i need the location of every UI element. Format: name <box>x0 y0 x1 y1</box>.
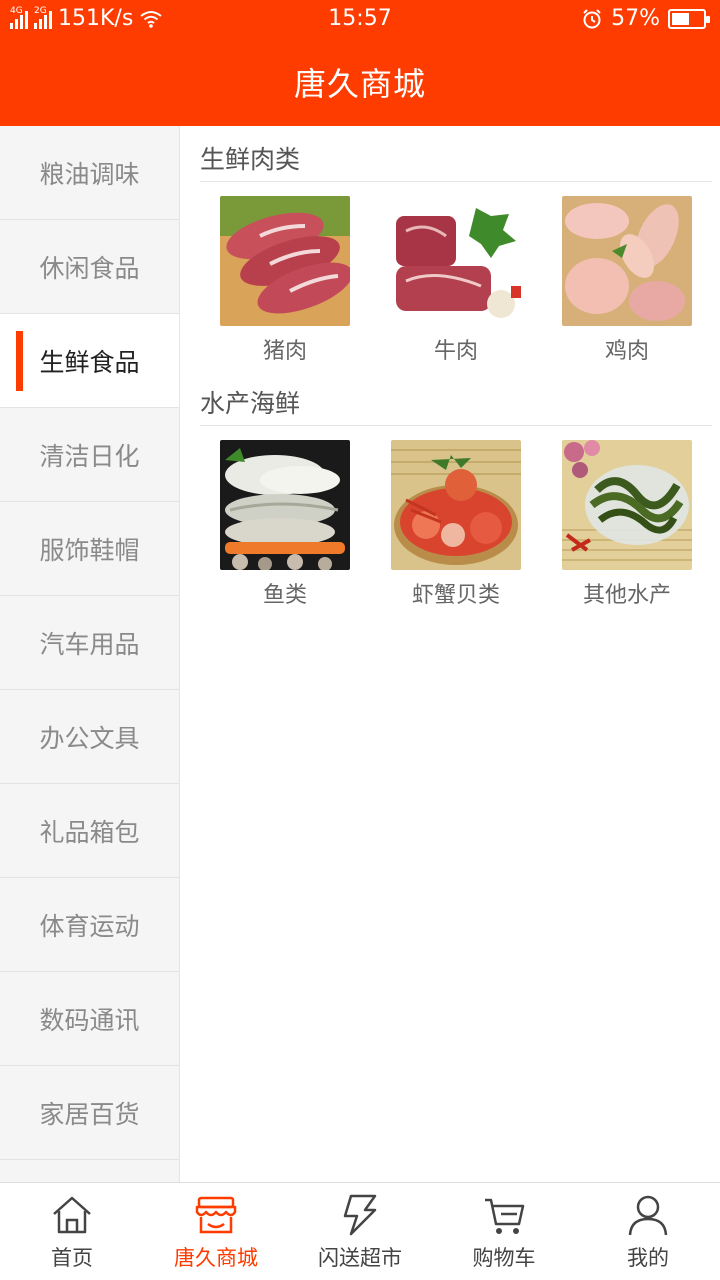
sidebar-item-label: 办公文具 <box>39 723 140 753</box>
sidebar-item-home[interactable]: 家居百货 <box>0 1066 179 1160</box>
sidebar-item-sports[interactable]: 体育运动 <box>0 878 179 972</box>
bottom-nav: 首页 唐久商城 闪送超市 购物车 我的 <box>0 1182 720 1280</box>
cart-icon <box>485 1198 525 1234</box>
category-cell-chicken[interactable]: 鸡肉 <box>562 196 692 370</box>
category-cell-beef[interactable]: 牛肉 <box>391 196 521 370</box>
user-icon <box>628 1195 668 1235</box>
tab-flash-delivery[interactable]: 闪送超市 <box>288 1183 432 1280</box>
tab-label: 首页 <box>51 1245 93 1270</box>
sidebar-item-label: 生鲜食品 <box>39 347 140 377</box>
sidebar-item-label: 粮油调味 <box>39 159 140 189</box>
sidebar-item-label: 数码通讯 <box>39 1005 140 1035</box>
sidebar-item-apparel[interactable]: 服饰鞋帽 <box>0 502 179 596</box>
category-label: 猪肉 <box>262 339 307 364</box>
sidebar-item-label: 家居百货 <box>39 1099 140 1129</box>
sidebar-item-label: 体育运动 <box>39 911 140 941</box>
sidebar-item-label: 礼品箱包 <box>39 817 140 847</box>
store-icon <box>195 1196 237 1233</box>
category-label: 鱼类 <box>262 583 307 608</box>
page-title: 唐久商城 <box>293 65 426 103</box>
tab-label: 购物车 <box>472 1245 536 1270</box>
sidebar-item-label: 清洁日化 <box>39 441 140 471</box>
pork-image <box>220 196 350 326</box>
beef-image <box>391 196 521 326</box>
status-bar: 4G 2G 151K/s 15:57 57% <box>0 0 720 38</box>
product-grid: 猪肉 牛肉 鸡肉 <box>200 182 712 370</box>
battery-percent: 57% <box>611 6 660 31</box>
sidebar-item-gifts-bags[interactable]: 礼品箱包 <box>0 784 179 878</box>
tab-cart[interactable]: 购物车 <box>432 1183 576 1280</box>
category-cell-fish[interactable]: 鱼类 <box>220 440 350 614</box>
sidebar-item-fresh-food[interactable]: 生鲜食品 <box>0 314 179 408</box>
category-content: 生鲜肉类 猪肉 牛肉 鸡肉 水产海鲜 鱼类 虾蟹贝类 其他水产 <box>180 126 720 1182</box>
tab-store[interactable]: 唐久商城 <box>144 1183 288 1280</box>
battery-icon <box>668 8 710 29</box>
sidebar-item-label: 汽车用品 <box>39 629 140 659</box>
lightning-icon <box>343 1194 377 1235</box>
category-cell-pork[interactable]: 猪肉 <box>220 196 350 370</box>
section-fresh-meat: 生鲜肉类 猪肉 牛肉 鸡肉 <box>200 126 712 370</box>
tab-label: 唐久商城 <box>174 1245 258 1270</box>
category-label: 其他水产 <box>582 583 671 608</box>
category-label: 虾蟹贝类 <box>411 583 500 608</box>
sidebar-item-office[interactable]: 办公文具 <box>0 690 179 784</box>
home-icon <box>53 1196 91 1233</box>
chicken-image <box>562 196 692 326</box>
sidebar-item-digital[interactable]: 数码通讯 <box>0 972 179 1066</box>
sidebar-item-cleaning[interactable]: 清洁日化 <box>0 408 179 502</box>
fish-image <box>220 440 350 570</box>
tab-label: 我的 <box>627 1245 669 1270</box>
section-title: 生鲜肉类 <box>200 126 712 182</box>
seaweed-image <box>562 440 692 570</box>
shellfish-image <box>391 440 521 570</box>
category-label: 牛肉 <box>433 339 478 364</box>
sidebar-item-label: 服饰鞋帽 <box>39 535 140 565</box>
app-header: 唐久商城 <box>0 38 720 126</box>
alarm-icon <box>583 8 601 28</box>
active-indicator <box>16 331 23 391</box>
section-title: 水产海鲜 <box>200 370 712 426</box>
tab-label: 闪送超市 <box>318 1245 402 1270</box>
category-cell-other-seafood[interactable]: 其他水产 <box>562 440 692 614</box>
sidebar-item-grain-oil[interactable]: 粮油调味 <box>0 126 179 220</box>
section-seafood: 水产海鲜 鱼类 虾蟹贝类 其他水产 <box>200 370 712 614</box>
status-right: 57% <box>581 6 710 31</box>
product-grid: 鱼类 虾蟹贝类 其他水产 <box>200 426 712 614</box>
sidebar-item-snacks[interactable]: 休闲食品 <box>0 220 179 314</box>
category-cell-shellfish[interactable]: 虾蟹贝类 <box>391 440 521 614</box>
category-sidebar: 粮油调味 休闲食品 生鲜食品 清洁日化 服饰鞋帽 汽车用品 办公文具 礼品箱包 … <box>0 126 180 1182</box>
tab-home[interactable]: 首页 <box>0 1183 144 1280</box>
sidebar-item-auto[interactable]: 汽车用品 <box>0 596 179 690</box>
category-label: 鸡肉 <box>604 339 649 364</box>
sidebar-item-label: 休闲食品 <box>39 253 140 283</box>
tab-profile[interactable]: 我的 <box>576 1183 720 1280</box>
